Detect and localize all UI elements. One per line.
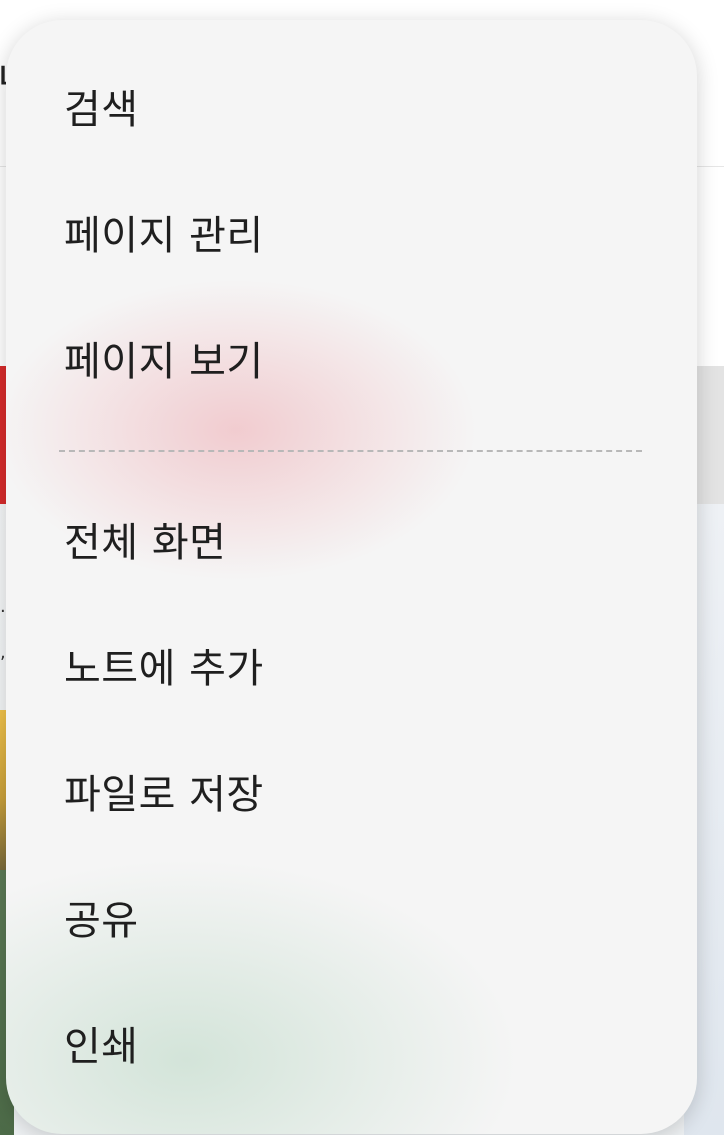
background-text-fragment: . , [0, 596, 6, 663]
menu-item-search[interactable]: 검색 [64, 85, 139, 135]
screen: ㄴ . , 검색 페이지 관리 페이지 보기 전체 화면 노트에 추가 파일로 … [0, 0, 724, 1135]
menu-item-share[interactable]: 공유 [64, 896, 139, 946]
menu-item-full-screen[interactable]: 전체 화면 [64, 518, 226, 568]
menu-item-add-to-notes[interactable]: 노트에 추가 [64, 644, 264, 694]
more-options-menu: 검색 페이지 관리 페이지 보기 전체 화면 노트에 추가 파일로 저장 공유 … [6, 20, 697, 1134]
menu-item-print[interactable]: 인쇄 [64, 1022, 139, 1072]
menu-item-manage-pages[interactable]: 페이지 관리 [64, 211, 264, 261]
menu-item-save-as-file[interactable]: 파일로 저장 [64, 770, 264, 820]
menu-divider [59, 450, 642, 452]
menu-item-page-view[interactable]: 페이지 보기 [64, 337, 264, 387]
